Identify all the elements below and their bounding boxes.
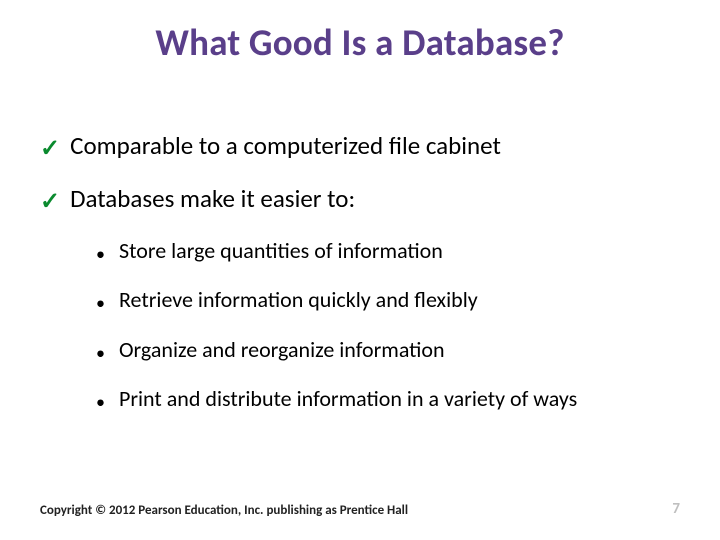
list-item-text: Store large quantities of information [119,237,443,265]
list-item: • Retrieve information quickly and flexi… [96,286,680,314]
list-item-text: Databases make it easier to: [70,183,355,214]
list-item: ✓ Databases make it easier to: [40,183,680,214]
list-item-text: Organize and reorganize information [119,336,445,364]
slide-title: What Good Is a Database? [0,20,720,65]
check-icon: ✓ [40,190,60,214]
sub-list: • Store large quantities of information … [96,237,680,413]
slide-content: ✓ Comparable to a computerized file cabi… [40,130,680,435]
list-item-text: Retrieve information quickly and flexibl… [119,286,478,314]
bullet-icon: • [96,294,105,312]
list-item: • Store large quantities of information [96,237,680,265]
check-icon: ✓ [40,137,60,161]
list-item: ✓ Comparable to a computerized file cabi… [40,130,680,161]
bullet-icon: • [96,245,105,263]
bullet-icon: • [96,344,105,362]
list-item: • Print and distribute information in a … [96,385,680,413]
list-item-text: Comparable to a computerized file cabine… [70,130,501,161]
list-item: • Organize and reorganize information [96,336,680,364]
bullet-icon: • [96,393,105,411]
page-number: 7 [672,500,680,518]
list-item-text: Print and distribute information in a va… [119,385,577,413]
slide: What Good Is a Database? ✓ Comparable to… [0,0,720,540]
footer-copyright: Copyright © 2012 Pearson Education, Inc.… [40,503,408,518]
